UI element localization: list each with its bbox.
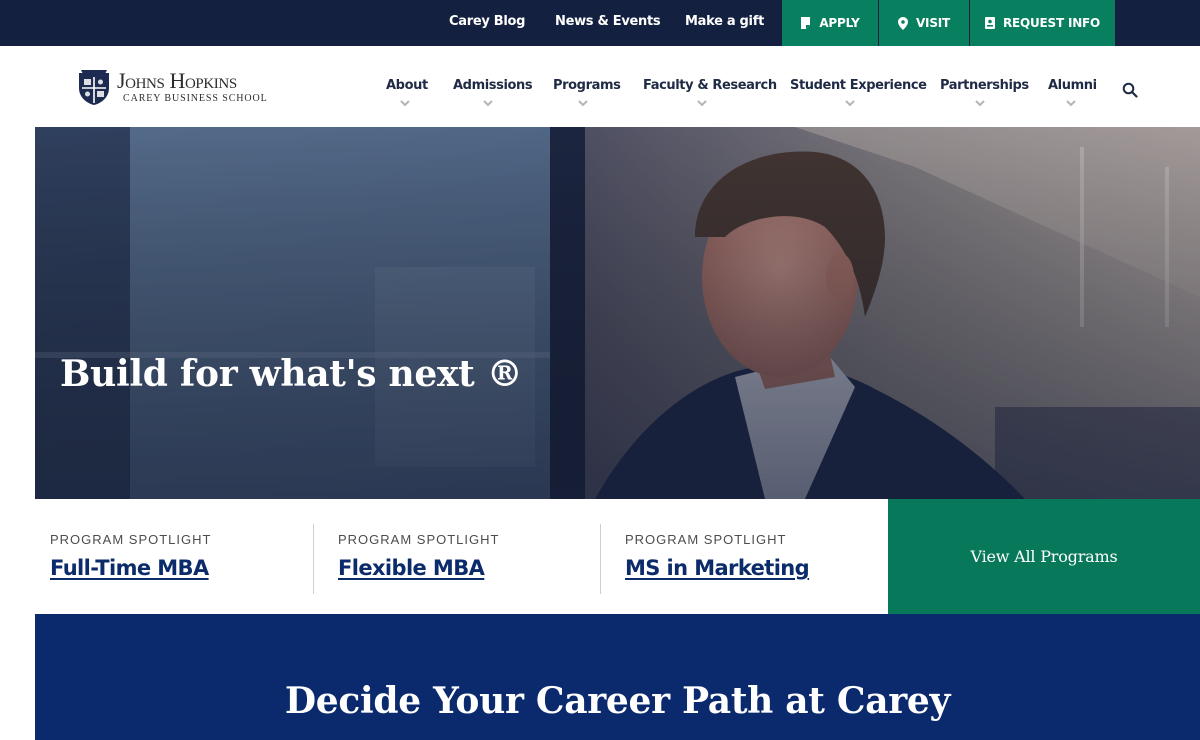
jhu-carey-logo[interactable]: Johns Hopkins Carey Business School [77, 68, 277, 108]
nav-partnerships-label: Partnerships [940, 78, 1029, 93]
nav-programs[interactable]: Programs [553, 78, 621, 107]
visit-label: VISIT [915, 16, 951, 30]
nav-student-experience-label: Student Experience [790, 78, 927, 93]
logo-name: Johns Hopkins [117, 68, 237, 93]
nav-about[interactable]: About [386, 78, 428, 107]
divider [600, 524, 601, 594]
spotlight-card: PROGRAM SPOTLIGHT Flexible MBA [338, 524, 499, 594]
chevron-down-icon [696, 100, 707, 107]
site-header: Johns Hopkins Carey Business School Abou… [0, 46, 1200, 127]
nav-partnerships[interactable]: Partnerships [940, 78, 1029, 107]
chevron-down-icon [974, 100, 985, 107]
map-pin-icon [897, 16, 908, 30]
nav-student-experience[interactable]: Student Experience [790, 78, 927, 107]
chevron-down-icon [399, 100, 410, 107]
search-icon[interactable] [1122, 82, 1138, 98]
spotlight-card: PROGRAM SPOTLIGHT Full-Time MBA [50, 524, 211, 594]
ms-marketing-link[interactable]: MS in Marketing [625, 556, 810, 580]
nav-faculty-research[interactable]: Faculty & Research [643, 78, 777, 107]
apply-label: APPLY [819, 16, 860, 30]
nav-alumni[interactable]: Alumni [1048, 78, 1097, 107]
hero-banner: Build for what's next ® [35, 127, 1200, 499]
program-spotlights: PROGRAM SPOTLIGHT Full-Time MBA PROGRAM … [35, 499, 888, 614]
nav-admissions[interactable]: Admissions [453, 78, 533, 107]
career-path-section: Decide Your Career Path at Carey [35, 614, 1200, 740]
request-info-label: REQUEST INFO [1002, 16, 1101, 30]
request-info-button[interactable]: REQUEST INFO [970, 0, 1115, 46]
university-shield-icon [77, 68, 111, 111]
view-all-programs-button[interactable]: View All Programs [888, 499, 1200, 614]
flexible-mba-link[interactable]: Flexible MBA [338, 556, 499, 580]
make-a-gift-link[interactable]: Make a gift [685, 0, 764, 46]
nav-admissions-label: Admissions [453, 78, 533, 93]
badge-icon [984, 17, 995, 29]
full-time-mba-link[interactable]: Full-Time MBA [50, 556, 211, 580]
carey-blog-link[interactable]: Carey Blog [449, 0, 525, 46]
nav-faculty-research-label: Faculty & Research [643, 78, 777, 93]
logo-subtitle: Carey Business School [123, 93, 268, 104]
nav-about-label: About [386, 78, 428, 93]
nav-programs-label: Programs [553, 78, 621, 93]
nav-alumni-label: Alumni [1048, 78, 1097, 93]
hero-title: Build for what's next ® [60, 353, 523, 395]
divider [313, 524, 314, 594]
spotlight-card: PROGRAM SPOTLIGHT MS in Marketing [625, 524, 810, 594]
chevron-down-icon [845, 100, 855, 107]
spotlight-kicker: PROGRAM SPOTLIGHT [338, 532, 500, 547]
spotlight-kicker: PROGRAM SPOTLIGHT [625, 532, 787, 547]
apply-button[interactable]: APPLY [782, 0, 878, 46]
visit-button[interactable]: VISIT [879, 0, 969, 46]
utility-bar: Carey Blog News & Events Make a gift APP… [0, 0, 1200, 46]
chevron-down-icon [578, 100, 588, 107]
chevron-down-icon [483, 100, 493, 107]
spotlight-kicker: PROGRAM SPOTLIGHT [50, 532, 212, 547]
news-events-link[interactable]: News & Events [555, 0, 661, 46]
chevron-down-icon [1065, 100, 1076, 107]
document-icon [800, 17, 811, 29]
hero-photo [35, 127, 1200, 499]
career-path-title: Decide Your Career Path at Carey [284, 680, 951, 722]
